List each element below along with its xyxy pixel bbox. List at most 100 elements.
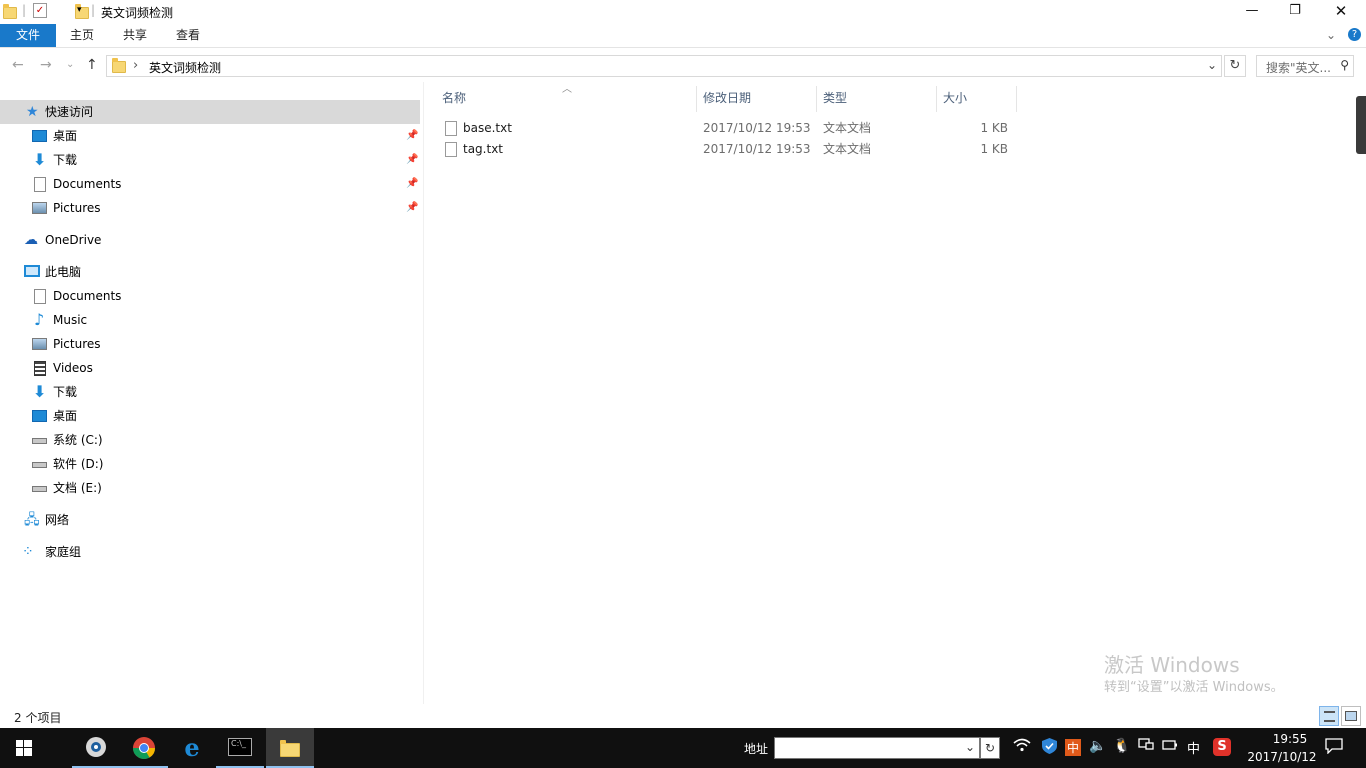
ime-indicator-icon[interactable]: 中 — [1065, 739, 1082, 756]
sidebar-item-label: 快速访问 — [45, 105, 94, 119]
sidebar-item-drive-e[interactable]: 文档 (E:) — [0, 476, 420, 500]
pictures-icon — [32, 202, 47, 214]
details-view-button[interactable] — [1319, 706, 1339, 726]
search-icon[interactable]: ⚲ — [1340, 58, 1349, 72]
address-dropdown-icon[interactable]: ⌄ — [1207, 58, 1217, 72]
sidebar-item-pictures[interactable]: Pictures 📌 — [0, 196, 420, 220]
sidebar-item-label: 下载 — [53, 385, 78, 399]
ribbon-collapse-icon[interactable]: ⌄ — [1326, 28, 1336, 42]
pin-icon[interactable]: 📌 — [406, 196, 418, 220]
file-row[interactable]: tag.txt 2017/10/12 19:53 文本文档 1 KB — [440, 139, 1016, 160]
recent-locations-button[interactable]: ⌄ — [66, 59, 74, 70]
sidebar-item-label: 网络 — [45, 513, 70, 527]
taskbar-app-file-explorer[interactable] — [266, 728, 314, 768]
sidebar-item-label: 此电脑 — [45, 265, 82, 279]
taskbar: e C:\_ 地址 ⌄ ↻ 中 🔈 🐧 中 S 19:55 2017/10/12 — [0, 728, 1366, 768]
sidebar-item-documents[interactable]: Documents 📌 — [0, 172, 420, 196]
tab-home[interactable]: 主页 — [58, 24, 106, 47]
sidebar-item-music[interactable]: ♪ Music — [0, 308, 420, 332]
pictures-icon — [32, 338, 47, 350]
sidebar-item-homegroup[interactable]: ⁘ 家庭组 — [0, 540, 420, 564]
large-icons-view-icon — [1345, 711, 1357, 721]
system-drive-icon — [32, 438, 47, 444]
sidebar-item-pc-downloads[interactable]: ⬇ 下载 — [0, 380, 420, 404]
close-button[interactable]: ✕ — [1318, 0, 1364, 24]
forward-button[interactable]: → — [40, 57, 52, 73]
column-header-type[interactable]: 类型 — [817, 86, 937, 112]
taskbar-app-webcam[interactable] — [72, 728, 120, 768]
taskbar-app-chrome[interactable] — [120, 728, 168, 768]
quick-access-dropdown-icon[interactable]: ▾ — [77, 5, 82, 15]
sidebar-item-desktop[interactable]: 桌面 📌 — [0, 124, 420, 148]
shield-icon[interactable] — [1042, 738, 1057, 758]
breadcrumb[interactable]: 英文词频检测 — [149, 59, 221, 76]
sidebar-item-label: 系统 (C:) — [53, 433, 103, 447]
sidebar-item-drive-c[interactable]: 系统 (C:) — [0, 428, 420, 452]
taskbar-app-edge[interactable]: e — [168, 728, 216, 768]
sogou-ime-icon[interactable]: S — [1213, 738, 1231, 756]
search-placeholder: 搜索"英文... — [1266, 61, 1331, 75]
clock-date[interactable]: 2017/10/12 — [1240, 750, 1324, 764]
clock-time[interactable]: 19:55 — [1258, 732, 1322, 746]
separator: | — [22, 3, 27, 17]
start-button[interactable] — [0, 728, 48, 768]
sidebar-item-network[interactable]: 🖧 网络 — [0, 508, 420, 532]
sidebar-item-drive-d[interactable]: 软件 (D:) — [0, 452, 420, 476]
sidebar-item-onedrive[interactable]: ☁ OneDrive — [0, 228, 420, 252]
pin-icon[interactable]: 📌 — [406, 124, 418, 148]
maximize-button[interactable]: ❐ — [1272, 0, 1318, 24]
navigation-pane: ★ 快速访问 桌面 📌 ⬇ 下载 📌 Documents 📌 Pictures … — [0, 82, 424, 704]
network-status-icon[interactable] — [1138, 738, 1154, 756]
sidebar-item-downloads[interactable]: ⬇ 下载 📌 — [0, 148, 420, 172]
tab-view[interactable]: 查看 — [164, 24, 212, 47]
sidebar-item-label: 桌面 — [53, 409, 78, 423]
qq-icon[interactable]: 🐧 — [1113, 738, 1130, 754]
sidebar-item-pc-pictures[interactable]: Pictures — [0, 332, 420, 356]
pin-icon[interactable]: 📌 — [406, 148, 418, 172]
sidebar-item-this-pc[interactable]: 此电脑 — [0, 260, 420, 284]
large-icons-view-button[interactable] — [1341, 706, 1361, 726]
download-icon: ⬇ — [33, 382, 47, 401]
minimize-button[interactable]: — — [1229, 0, 1275, 24]
file-name: base.txt — [463, 121, 512, 135]
edge-icon: e — [184, 733, 200, 762]
file-row[interactable]: base.txt 2017/10/12 19:53 文本文档 1 KB — [440, 118, 1016, 139]
taskbar-app-terminal[interactable]: C:\_ — [216, 728, 264, 768]
sidebar-item-videos[interactable]: Videos — [0, 356, 420, 380]
file-date: 2017/10/12 19:53 — [703, 142, 811, 156]
wifi-icon[interactable] — [1013, 738, 1031, 756]
taskbar-address-input[interactable]: ⌄ — [774, 737, 980, 759]
folder-icon — [112, 58, 126, 73]
properties-icon[interactable]: ✓ — [33, 3, 47, 18]
battery-icon[interactable] — [1162, 738, 1178, 756]
notification-icon[interactable] — [1325, 738, 1343, 758]
status-item-count: 2 个项目 — [14, 711, 62, 725]
side-gadget[interactable] — [1356, 96, 1366, 154]
chevron-down-icon[interactable]: ⌄ — [965, 740, 975, 754]
volume-icon[interactable]: 🔈 — [1089, 738, 1106, 754]
sidebar-item-pc-desktop[interactable]: 桌面 — [0, 404, 420, 428]
taskbar-address-go-button[interactable]: ↻ — [980, 737, 1000, 759]
search-input[interactable]: 搜索"英文... ⚲ — [1256, 55, 1354, 77]
sidebar-item-label: Documents — [53, 177, 122, 191]
address-bar[interactable]: › 英文词频检测 ⌄ — [106, 55, 1222, 77]
column-header-name[interactable]: 名称 — [436, 86, 697, 112]
back-button[interactable]: ← — [12, 57, 24, 73]
file-type: 文本文档 — [823, 142, 872, 156]
pin-icon[interactable]: 📌 — [406, 172, 418, 196]
column-header-date[interactable]: 修改日期 — [697, 86, 817, 112]
tab-file[interactable]: 文件 — [0, 24, 56, 47]
document-icon — [34, 177, 46, 192]
input-method-icon[interactable]: 中 — [1187, 738, 1200, 757]
refresh-button[interactable]: ↻ — [1224, 55, 1246, 77]
text-file-icon — [445, 121, 457, 136]
tab-share[interactable]: 共享 — [111, 24, 159, 47]
taskbar-address-label: 地址 — [744, 742, 769, 756]
up-button[interactable]: ↑ — [86, 57, 98, 73]
windows-logo-icon — [16, 740, 32, 756]
sidebar-item-pc-documents[interactable]: Documents — [0, 284, 420, 308]
help-icon[interactable]: ? — [1348, 28, 1361, 41]
breadcrumb-chevron-icon[interactable]: › — [133, 58, 138, 73]
sidebar-item-quick-access[interactable]: ★ 快速访问 — [0, 100, 420, 124]
column-header-size[interactable]: 大小 — [937, 86, 1017, 112]
